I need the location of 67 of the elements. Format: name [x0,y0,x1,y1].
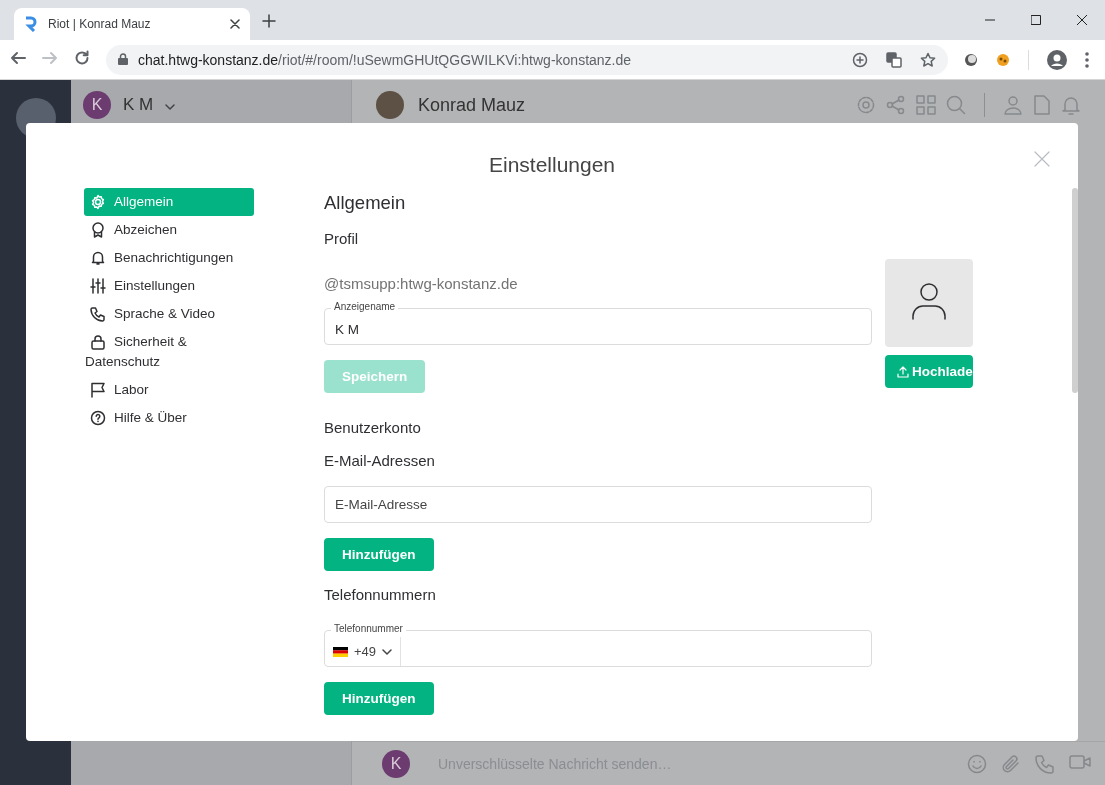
smiley-icon[interactable] [967,753,987,774]
user-name[interactable]: K M [123,95,154,115]
forward-icon[interactable] [42,49,58,66]
flag-icon [90,382,106,398]
search-icon[interactable] [946,95,966,115]
nav-item[interactable]: Sicherheit & Datenschutz [84,328,254,376]
user-avatar: K [382,749,410,778]
nav-item[interactable]: Sprache & Video [84,300,254,328]
photo-placeholder [376,91,404,119]
user-id: @tsmsupp:htwg-konstanz.de [324,275,519,292]
subsection-heading: E-Mail-Adressen [324,452,436,469]
caret-icon [382,648,393,655]
share-icon[interactable] [886,95,906,115]
close-icon[interactable] [230,19,240,29]
nav-item[interactable]: Hilfe & Über [84,404,254,432]
person-icon [911,282,947,320]
scrollbar[interactable] [1072,188,1078,393]
video-icon[interactable] [1069,753,1091,770]
section-heading: Allgemein [324,192,407,214]
subsection-heading: Benutzerkonto [324,419,422,436]
email-field[interactable]: E-Mail-Adresse [324,486,872,523]
nav-item[interactable]: Benachrichtigungen [84,244,254,272]
avatar-placeholder[interactable] [885,259,973,347]
bell-icon[interactable] [1061,95,1081,115]
file-icon[interactable] [1033,95,1051,115]
question-icon [90,410,106,426]
menu-icon[interactable] [1085,51,1089,68]
field-label: Telefonnummer [331,623,406,634]
back-icon[interactable] [10,49,26,66]
upload-icon [897,365,909,378]
grid-icon[interactable] [916,95,936,115]
subsection-heading: Profil [324,230,360,247]
user-avatar: K [83,91,111,119]
new-tab-icon[interactable] [262,14,276,28]
subsection-heading: Telefonnummern [324,586,437,603]
lock-icon [90,334,106,350]
tab-title: Riot | Konrad Mauz [48,17,152,31]
phone-icon[interactable] [1035,753,1055,774]
nav-item[interactable]: Abzeichen [84,216,254,244]
address-bar[interactable]: chat.htwg-konstanz.de/riot/#/room/!uSewmGHUtQGGWILKVi:htwg-konstanz.de [106,44,948,75]
person-icon[interactable] [1003,95,1023,115]
sliders-icon [90,278,106,294]
nav-item[interactable]: Labor [84,376,254,404]
extension-icon[interactable] [996,52,1010,67]
paperclip-icon[interactable] [1001,753,1021,774]
close-icon[interactable] [1077,15,1087,25]
field-label: Anzeigename [331,301,399,312]
browser-tab[interactable]: Riot | Konrad Mauz [14,8,250,40]
room-name: Konrad Mauz [418,94,527,116]
profile-icon[interactable] [1047,49,1067,70]
gear-icon [90,194,106,210]
extension-icon[interactable] [964,52,978,67]
app-logo-icon [24,16,38,32]
caret-icon [165,104,176,110]
reload-icon[interactable] [74,49,90,66]
flag-icon [333,646,348,657]
phone-icon [90,306,106,322]
ribbon-icon [90,222,106,238]
dialog-title: Einstellungen [488,153,616,178]
bell-icon [90,250,106,266]
url-text: chat.htwg-konstanz.de/riot/#/room/!uSewmGHUtQGGWILKVi:htwg-konstanz.de [138,51,633,68]
maximize-icon[interactable] [1031,15,1041,25]
lock-icon [118,52,128,65]
add-circle-icon[interactable] [852,51,868,68]
star-icon[interactable] [920,51,936,68]
nav-item[interactable]: Einstellungen [84,272,254,300]
country-code[interactable]: +49 [354,644,377,659]
